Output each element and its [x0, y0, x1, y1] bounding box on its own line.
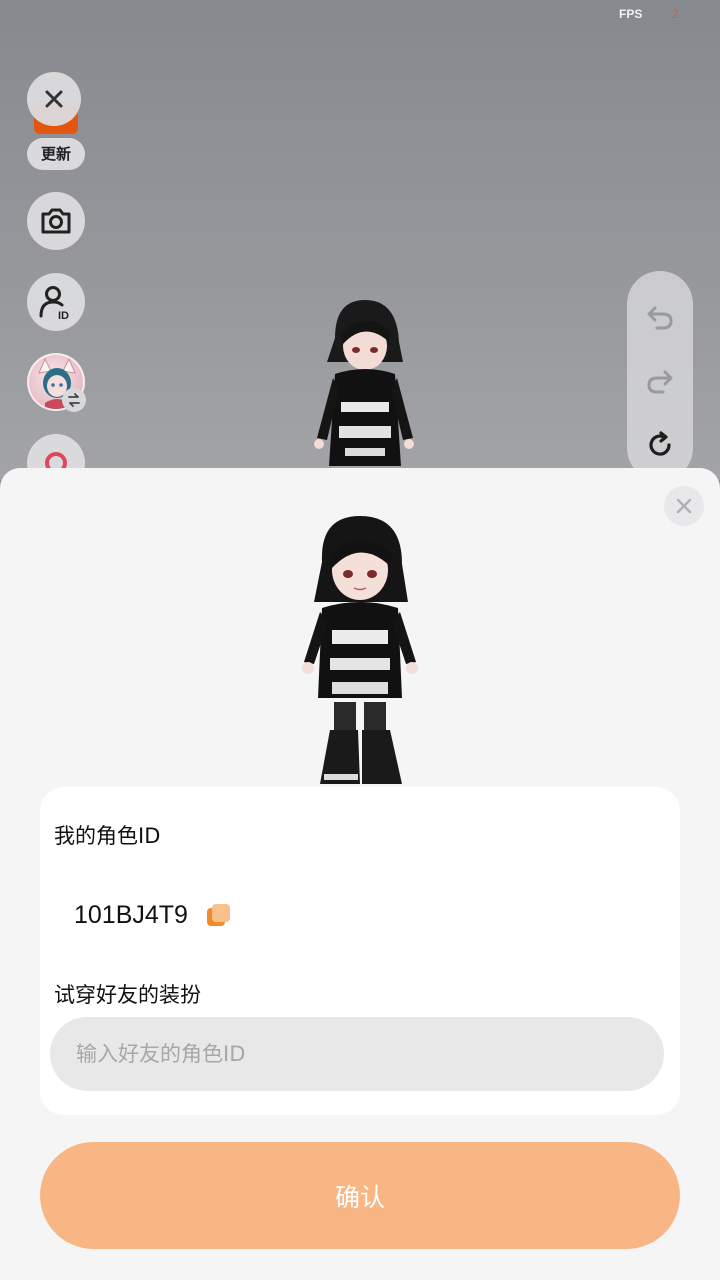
camera-icon: [41, 208, 71, 234]
fps-value: 2: [672, 7, 679, 21]
undo-button[interactable]: [640, 297, 680, 337]
my-character-id-value: 101BJ4T9: [74, 901, 188, 929]
update-label: 更新: [27, 138, 85, 170]
avatar-scene[interactable]: FPS 2 更新 ID: [0, 0, 720, 480]
friend-id-input[interactable]: [50, 1017, 664, 1091]
camera-button[interactable]: [27, 192, 85, 250]
sheet-close-button[interactable]: [664, 486, 704, 526]
try-friend-outfit-label: 试穿好友的装扮: [54, 983, 201, 1007]
redo-icon: [647, 370, 673, 394]
edit-history-panel: [627, 271, 693, 480]
fps-label: FPS: [619, 7, 643, 21]
close-button[interactable]: [27, 72, 81, 126]
close-icon: [45, 90, 63, 108]
update-entry[interactable]: 更新: [27, 72, 85, 172]
close-icon: [676, 498, 692, 514]
character-id-card: 我的角色ID 101BJ4T9 试穿好友的装扮: [40, 787, 680, 1115]
preview-avatar-character: [302, 516, 418, 784]
user-id-icon: ID: [39, 286, 69, 322]
reset-icon: [649, 431, 671, 456]
redo-button[interactable]: [640, 361, 680, 401]
scene-avatar-character: [314, 300, 414, 466]
swap-icon: [68, 393, 80, 407]
undo-icon: [647, 306, 673, 330]
character-id-button[interactable]: ID: [27, 273, 85, 331]
confirm-button[interactable]: 确认: [40, 1142, 680, 1249]
copy-icon[interactable]: [206, 903, 232, 929]
my-character-id-label: 我的角色ID: [54, 824, 161, 848]
svg-text:ID: ID: [58, 310, 69, 322]
swap-avatar-badge[interactable]: [62, 388, 86, 412]
reset-button[interactable]: [640, 425, 680, 465]
